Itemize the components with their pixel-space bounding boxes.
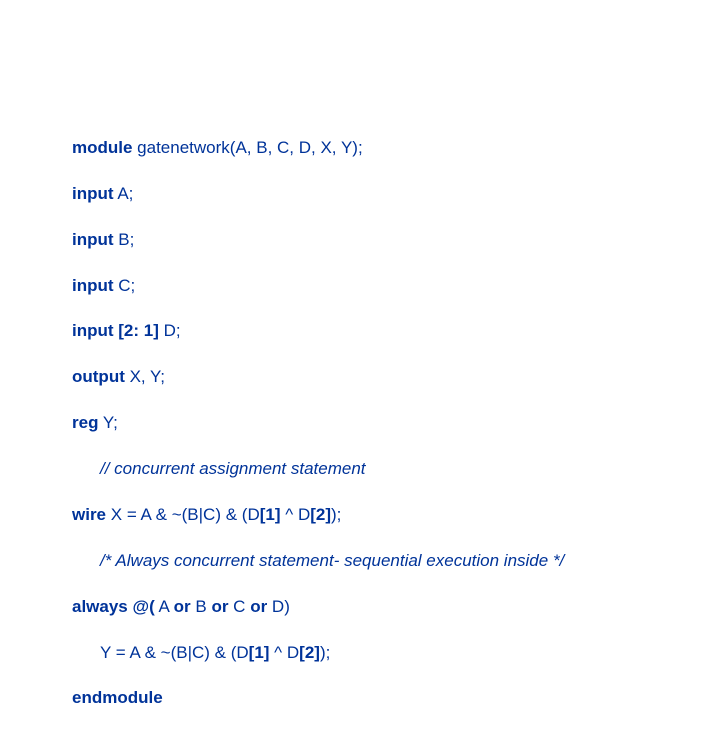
- index-bracket: [2]: [310, 505, 331, 524]
- code-line-4: input C;: [72, 275, 564, 298]
- comment-block: /* Always concurrent statement- sequenti…: [100, 551, 564, 570]
- code-line-11: always @( A or B or C or D): [72, 596, 564, 619]
- keyword-output: output: [72, 367, 125, 386]
- verilog-code-block: module gatenetwork(A, B, C, D, X, Y); in…: [72, 114, 564, 733]
- keyword-input: input: [72, 276, 114, 295]
- code-line-10: /* Always concurrent statement- sequenti…: [72, 550, 564, 573]
- code-text: gatenetwork(A, B, C, D, X, Y);: [132, 138, 362, 157]
- keyword-always: always @(: [72, 597, 155, 616]
- keyword-module: module: [72, 138, 132, 157]
- index-bracket: [1]: [249, 643, 270, 662]
- keyword-input: input: [72, 184, 114, 203]
- code-text: ^ D: [269, 643, 299, 662]
- keyword-input: input: [72, 230, 114, 249]
- code-line-6: output X, Y;: [72, 366, 564, 389]
- keyword-or: or: [211, 597, 228, 616]
- code-line-7: reg Y;: [72, 412, 564, 435]
- code-line-3: input B;: [72, 229, 564, 252]
- code-text: );: [331, 505, 341, 524]
- code-text: );: [320, 643, 330, 662]
- code-text: D;: [159, 321, 181, 340]
- code-line-12: Y = A & ~(B|C) & (D[1] ^ D[2]);: [72, 642, 564, 665]
- comment-line: // concurrent assignment statement: [100, 459, 366, 478]
- code-text: X = A & ~(B|C) & (D: [106, 505, 260, 524]
- code-text: D): [267, 597, 290, 616]
- keyword-reg: reg: [72, 413, 98, 432]
- code-text: C;: [114, 276, 136, 295]
- code-line-13: endmodule: [72, 687, 564, 710]
- keyword-input-range: input [2: 1]: [72, 321, 159, 340]
- code-text: A: [155, 597, 174, 616]
- code-text: Y = A & ~(B|C) & (D: [100, 643, 249, 662]
- index-bracket: [1]: [260, 505, 281, 524]
- index-bracket: [2]: [299, 643, 320, 662]
- keyword-or: or: [250, 597, 267, 616]
- code-text: A;: [114, 184, 134, 203]
- code-line-9: wire X = A & ~(B|C) & (D[1] ^ D[2]);: [72, 504, 564, 527]
- code-line-1: module gatenetwork(A, B, C, D, X, Y);: [72, 137, 564, 160]
- code-text: B: [191, 597, 212, 616]
- code-text: X, Y;: [125, 367, 165, 386]
- keyword-endmodule: endmodule: [72, 688, 163, 707]
- code-line-8: // concurrent assignment statement: [72, 458, 564, 481]
- code-text: C: [228, 597, 250, 616]
- code-line-5: input [2: 1] D;: [72, 320, 564, 343]
- keyword-wire: wire: [72, 505, 106, 524]
- code-text: B;: [114, 230, 135, 249]
- keyword-or: or: [174, 597, 191, 616]
- code-text: Y;: [98, 413, 117, 432]
- code-text: ^ D: [281, 505, 311, 524]
- code-line-2: input A;: [72, 183, 564, 206]
